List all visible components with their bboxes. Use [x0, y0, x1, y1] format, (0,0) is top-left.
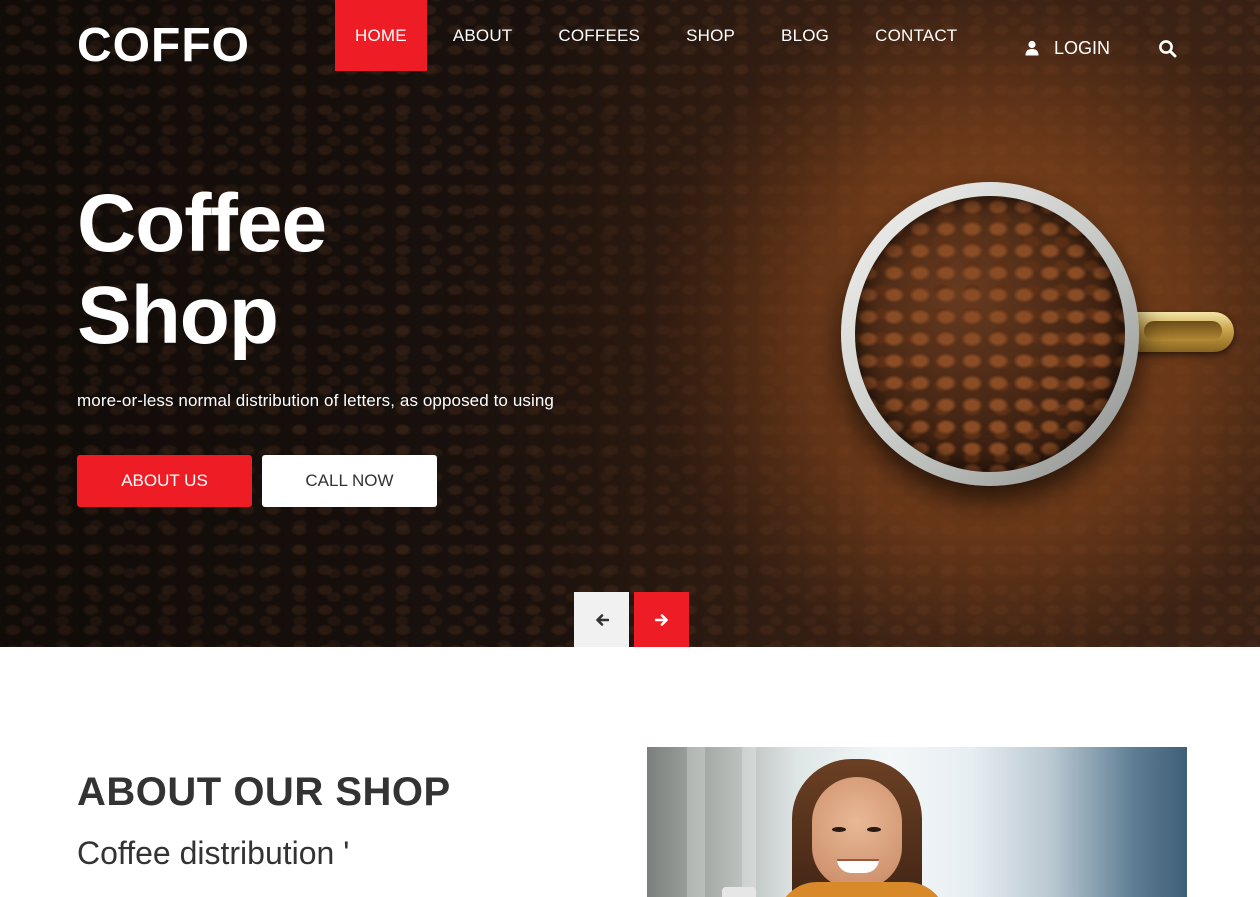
- nav-item-about[interactable]: ABOUT: [433, 0, 533, 71]
- photo-curtain: [687, 747, 705, 897]
- coffee-beans-in-cup: [855, 196, 1125, 472]
- hero-title-line-1: Coffee: [77, 178, 327, 269]
- photo-curtain: [742, 747, 756, 897]
- slider-next-button[interactable]: [634, 592, 689, 647]
- login-label: LOGIN: [1054, 37, 1111, 58]
- photo-phone: [722, 887, 756, 897]
- nav-item-home[interactable]: HOME: [335, 0, 427, 71]
- hero-title: Coffee Shop: [77, 178, 327, 362]
- arrow-right-icon: [654, 613, 668, 626]
- nav-item-blog[interactable]: BLOG: [761, 0, 849, 71]
- nav-item-shop[interactable]: SHOP: [666, 0, 755, 71]
- nav-item-coffees[interactable]: COFFEES: [538, 0, 660, 71]
- about-section-title: ABOUT OUR SHOP: [77, 770, 451, 814]
- slider-prev-button[interactable]: [574, 592, 629, 647]
- hero-subtitle: more-or-less normal distribution of lett…: [77, 391, 554, 410]
- photo-person-sweater: [777, 882, 947, 897]
- about-us-button[interactable]: ABOUT US: [77, 455, 252, 507]
- login-link[interactable]: LOGIN: [1024, 33, 1110, 63]
- call-now-button[interactable]: CALL NOW: [262, 455, 437, 507]
- hero-title-line-2: Shop: [77, 270, 279, 361]
- nav-item-contact[interactable]: CONTACT: [855, 0, 977, 71]
- user-icon: [1025, 40, 1039, 56]
- site-logo[interactable]: COFFO: [77, 18, 250, 74]
- coffee-cup-image: [841, 182, 1139, 486]
- hero-banner: COFFO HOME ABOUT COFFEES SHOP BLOG CONTA…: [0, 0, 1260, 647]
- search-icon: [1159, 40, 1177, 58]
- photo-person-eye: [867, 827, 881, 832]
- search-button[interactable]: [1158, 39, 1178, 59]
- about-shop-photo: [647, 747, 1187, 897]
- main-nav: HOME ABOUT COFFEES SHOP BLOG CONTACT: [335, 0, 977, 71]
- photo-person-eye: [832, 827, 846, 832]
- about-section-subtitle: Coffee distribution ': [77, 835, 350, 871]
- arrow-left-icon: [595, 613, 609, 626]
